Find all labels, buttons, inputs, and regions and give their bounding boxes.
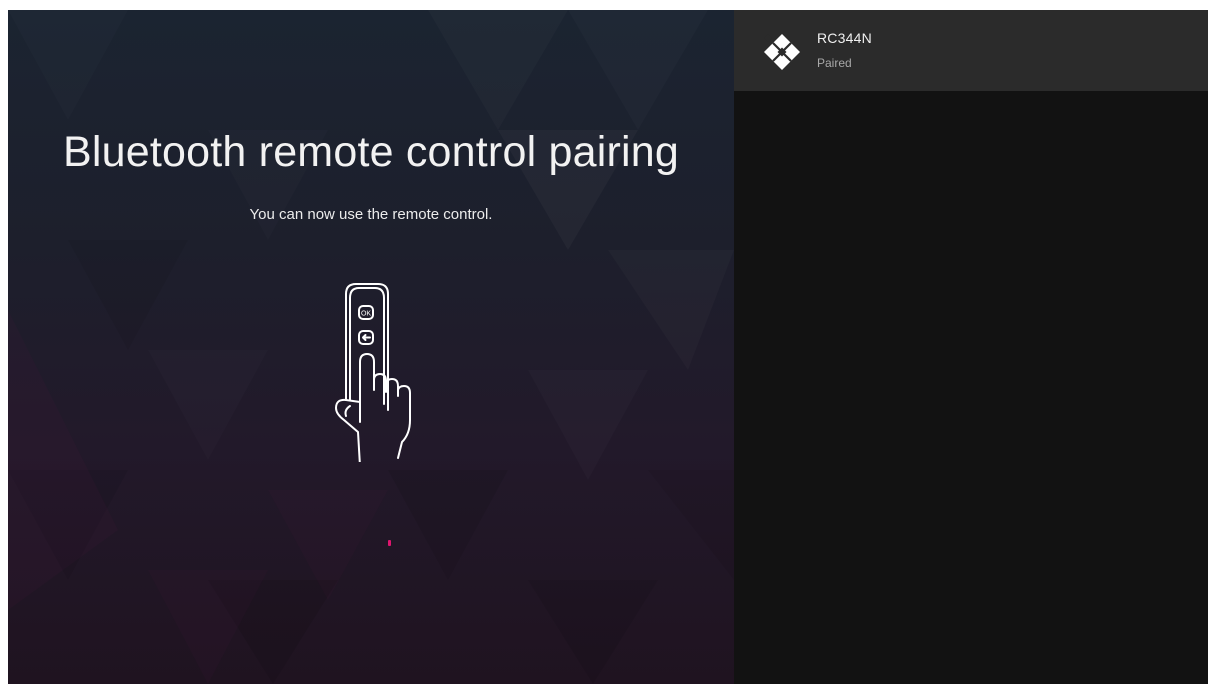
gamepad-icon xyxy=(763,33,800,70)
device-list-panel: RC344N Paired xyxy=(734,10,1208,684)
device-status: Paired xyxy=(817,56,852,70)
tv-screen: Bluetooth remote control pairing You can… xyxy=(8,10,1208,684)
device-name: RC344N xyxy=(817,30,872,46)
pairing-pane: Bluetooth remote control pairing You can… xyxy=(8,10,734,684)
remote-hand-illustration: OK xyxy=(335,283,411,462)
device-item-rc344n[interactable]: RC344N Paired xyxy=(734,10,1208,91)
page-title: Bluetooth remote control pairing xyxy=(63,128,679,176)
ok-button-label: OK xyxy=(361,311,371,318)
pairing-message: You can now use the remote control. xyxy=(249,206,493,223)
loading-indicator xyxy=(388,540,391,546)
